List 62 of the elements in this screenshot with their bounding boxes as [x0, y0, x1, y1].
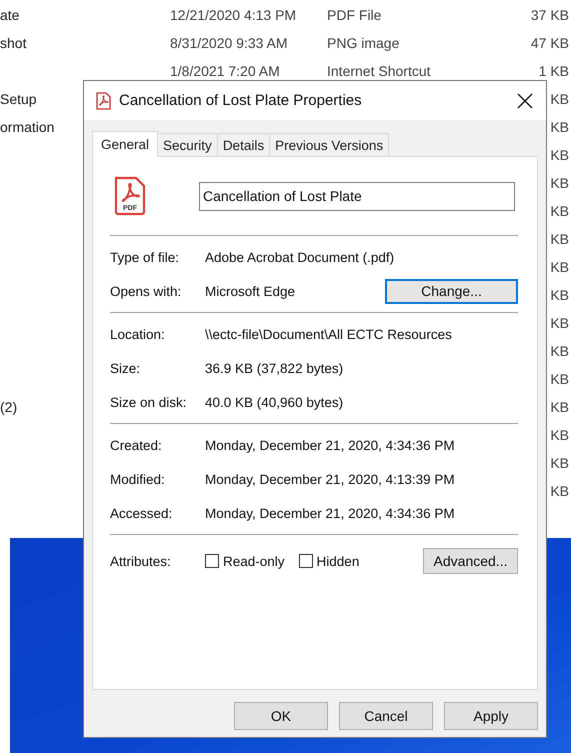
- checkbox[interactable]: [298, 554, 313, 568]
- file-size: KB: [550, 147, 570, 163]
- file-size: KB: [550, 203, 570, 219]
- window-title: Cancellation of Lost Plate Properties: [119, 92, 363, 109]
- file-size: KB: [550, 119, 570, 135]
- file-date: 1/8/2021 7:20 AM: [170, 63, 281, 79]
- file-name: ate: [0, 7, 20, 23]
- file-size: 47 KB: [530, 35, 570, 51]
- file-type: Internet Shortcut: [327, 63, 432, 79]
- property-label: Size on disk:: [110, 394, 188, 410]
- checkbox-label[interactable]: Read-only: [223, 554, 285, 568]
- tab[interactable]: Previous Versions: [269, 133, 390, 156]
- property-value: \\ectc-file\Document\All ECTC Resources: [205, 326, 452, 342]
- file-size: KB: [550, 483, 570, 499]
- property-label: Opens with:: [110, 284, 182, 298]
- property-value: Monday, December 21, 2020, 4:13:39 PM: [205, 472, 455, 486]
- property-value: Microsoft Edge: [205, 284, 296, 298]
- tab[interactable]: General: [92, 131, 158, 157]
- file-size: KB: [550, 315, 570, 331]
- property-label: Accessed:: [110, 506, 174, 520]
- file-size: KB: [550, 91, 570, 107]
- file-size: KB: [550, 231, 570, 247]
- file-name-field[interactable]: Cancellation of Lost Plate: [199, 182, 515, 210]
- tab[interactable]: Security: [157, 133, 218, 156]
- checkbox[interactable]: [205, 554, 219, 568]
- file-date: 12/21/2020 4:13 PM: [170, 7, 298, 23]
- property-label: Location:: [110, 326, 166, 342]
- file-size: 1 KB: [538, 63, 570, 79]
- file-size: KB: [550, 455, 570, 471]
- checkbox-label[interactable]: Hidden: [316, 554, 360, 568]
- dialog-button[interactable]: OK: [234, 702, 328, 730]
- property-value: Monday, December 21, 2020, 4:34:36 PM: [205, 438, 455, 452]
- file-type: PNG image: [327, 35, 400, 51]
- file-size: KB: [550, 175, 570, 191]
- file-size: KB: [550, 371, 570, 387]
- property-label: Size:: [110, 360, 142, 376]
- advanced-button[interactable]: Advanced...: [423, 548, 518, 574]
- file-type: PDF File: [327, 7, 382, 23]
- attributes-label: Attributes:: [110, 554, 172, 568]
- file-size: 37 KB: [530, 7, 570, 23]
- pdf-file-icon: [96, 92, 111, 110]
- property-label: Created:: [110, 438, 163, 452]
- file-name: Setup: [0, 91, 37, 107]
- property-value: Monday, December 21, 2020, 4:34:36 PM: [205, 506, 455, 520]
- file-name: shot: [0, 35, 26, 51]
- property-label: Type of file:: [110, 250, 180, 264]
- file-size: KB: [550, 427, 570, 443]
- file-date: 8/31/2020 9:33 AM: [170, 35, 289, 51]
- file-name: (2): [0, 399, 18, 415]
- property-value: 36.9 KB (37,822 bytes): [205, 360, 344, 376]
- file-name: ormation: [0, 119, 54, 135]
- property-label: Modified:: [110, 472, 166, 486]
- file-size: KB: [550, 287, 570, 303]
- file-size: KB: [550, 343, 570, 359]
- dialog-button[interactable]: Apply: [444, 702, 538, 730]
- file-size: KB: [550, 399, 570, 415]
- change-button[interactable]: Change...: [385, 278, 518, 304]
- close-icon[interactable]: [516, 92, 534, 110]
- dialog-button[interactable]: Cancel: [339, 702, 433, 730]
- property-value: 40.0 KB (40,960 bytes): [205, 394, 344, 410]
- property-value: Adobe Acrobat Document (.pdf): [205, 250, 394, 264]
- file-size: KB: [550, 259, 570, 275]
